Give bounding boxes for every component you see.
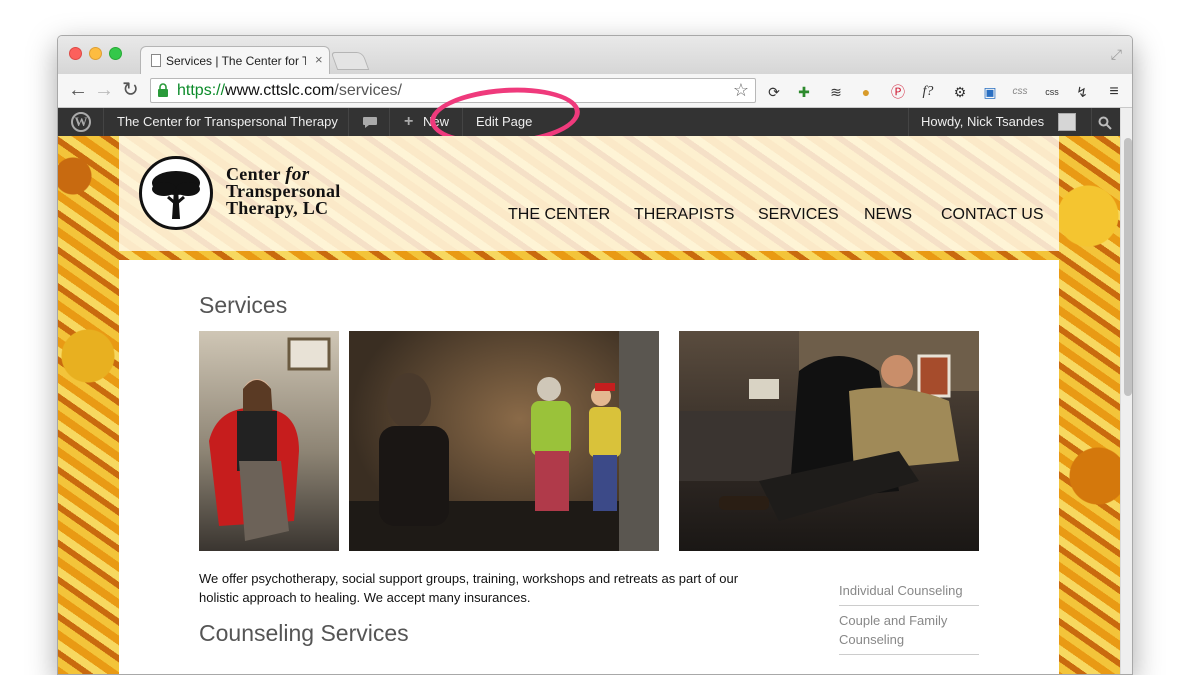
admin-bar-divider bbox=[348, 108, 349, 136]
admin-bar-divider bbox=[103, 108, 104, 136]
window-close-button[interactable] bbox=[69, 47, 82, 60]
photo-figurines bbox=[349, 331, 659, 551]
intro-paragraph: We offer psychotherapy, social support g… bbox=[199, 571, 739, 605]
window-minimize-button[interactable] bbox=[89, 47, 102, 60]
browser-tab[interactable]: Services | The Center for T × bbox=[140, 46, 330, 74]
nav-news[interactable]: NEWS bbox=[864, 206, 912, 224]
forward-icon[interactable]: → bbox=[94, 79, 114, 101]
window-maximize-button[interactable] bbox=[109, 47, 122, 60]
extension-tool-icon[interactable]: ↯ bbox=[1072, 82, 1092, 102]
section-heading: Counseling Services bbox=[199, 620, 409, 646]
pinterest-icon[interactable]: Ⓟ bbox=[888, 82, 908, 102]
browser-toolbar: ← → ↻ https://www.cttslc.com/services/ ☆… bbox=[58, 74, 1132, 108]
nav-therapists[interactable]: THERAPISTS bbox=[634, 206, 734, 224]
admin-bar-divider bbox=[908, 108, 909, 136]
photo-man-armchair bbox=[679, 331, 979, 551]
bookmark-star-icon[interactable]: ☆ bbox=[733, 80, 749, 101]
plus-icon: + bbox=[404, 113, 414, 130]
extension-cookie-icon[interactable]: ● bbox=[856, 82, 876, 102]
extension-gear-icon[interactable]: ⚙ bbox=[950, 82, 970, 102]
sidebar-link-couple-family[interactable]: Couple and Family Counseling bbox=[839, 611, 959, 649]
sidebar-link-individual[interactable]: Individual Counseling bbox=[839, 581, 979, 600]
wp-admin-bar: W The Center for Transpersonal Therapy +… bbox=[58, 108, 1120, 136]
comments-icon[interactable] bbox=[362, 108, 378, 136]
title-bar: Services | The Center for T × ⤢ bbox=[58, 36, 1132, 74]
search-icon[interactable] bbox=[1098, 108, 1112, 136]
howdy-user-menu[interactable]: Howdy, Nick Tsandes bbox=[921, 108, 1044, 136]
extension-sync-icon[interactable]: ⟳ bbox=[764, 82, 784, 102]
sidebar-divider bbox=[839, 605, 979, 606]
browser-window: Services | The Center for T × ⤢ ← → ↻ ht… bbox=[57, 35, 1133, 675]
admin-bar-divider bbox=[1091, 108, 1092, 136]
admin-bar-site-name[interactable]: The Center for Transpersonal Therapy bbox=[117, 108, 338, 136]
scrollbar-thumb[interactable] bbox=[1124, 138, 1132, 396]
avatar[interactable] bbox=[1058, 113, 1076, 131]
admin-bar-divider bbox=[389, 108, 390, 136]
photo-woman-red-chair bbox=[199, 331, 339, 551]
tree-logo-icon[interactable] bbox=[139, 156, 213, 230]
nav-services[interactable]: SERVICES bbox=[758, 206, 839, 224]
fullscreen-icon[interactable]: ⤢ bbox=[1111, 46, 1122, 63]
lock-icon bbox=[158, 83, 168, 97]
wordpress-logo-icon[interactable]: W bbox=[71, 112, 91, 132]
nav-the-center[interactable]: THE CENTER bbox=[508, 206, 610, 224]
tab-close-icon[interactable]: × bbox=[315, 52, 323, 67]
url-text: https://www.cttslc.com/services/ bbox=[177, 82, 402, 99]
tab-title: Services | The Center for T bbox=[166, 54, 306, 68]
site-header: Center for Transpersonal Therapy, LC THE… bbox=[119, 136, 1059, 251]
page-scrollbar[interactable] bbox=[1120, 108, 1132, 674]
css-viewer-icon[interactable]: css bbox=[1010, 82, 1030, 102]
site-logo-text[interactable]: Center for Transpersonal Therapy, LC bbox=[226, 165, 341, 217]
extension-layers-icon[interactable]: ≋ bbox=[826, 82, 846, 102]
screenshot-icon[interactable]: ▣ bbox=[980, 82, 1000, 102]
content-area: Services We offer psychotherapy, social … bbox=[119, 260, 1059, 674]
document-icon bbox=[151, 54, 161, 67]
menu-icon[interactable]: ≡ bbox=[1104, 82, 1124, 102]
font-finder-icon[interactable]: f? bbox=[918, 82, 938, 102]
sidebar-divider bbox=[839, 654, 979, 655]
back-icon[interactable]: ← bbox=[68, 79, 88, 101]
web-page: Center for Transpersonal Therapy, LC THE… bbox=[58, 136, 1120, 674]
reload-icon[interactable]: ↻ bbox=[122, 79, 139, 101]
new-tab-button[interactable] bbox=[330, 52, 370, 70]
extension-puzzle-icon[interactable]: ✚ bbox=[794, 82, 814, 102]
css-edit-icon[interactable]: css bbox=[1042, 82, 1062, 102]
page-title: Services bbox=[199, 292, 288, 318]
nav-contact-us[interactable]: CONTACT US bbox=[941, 206, 1044, 224]
